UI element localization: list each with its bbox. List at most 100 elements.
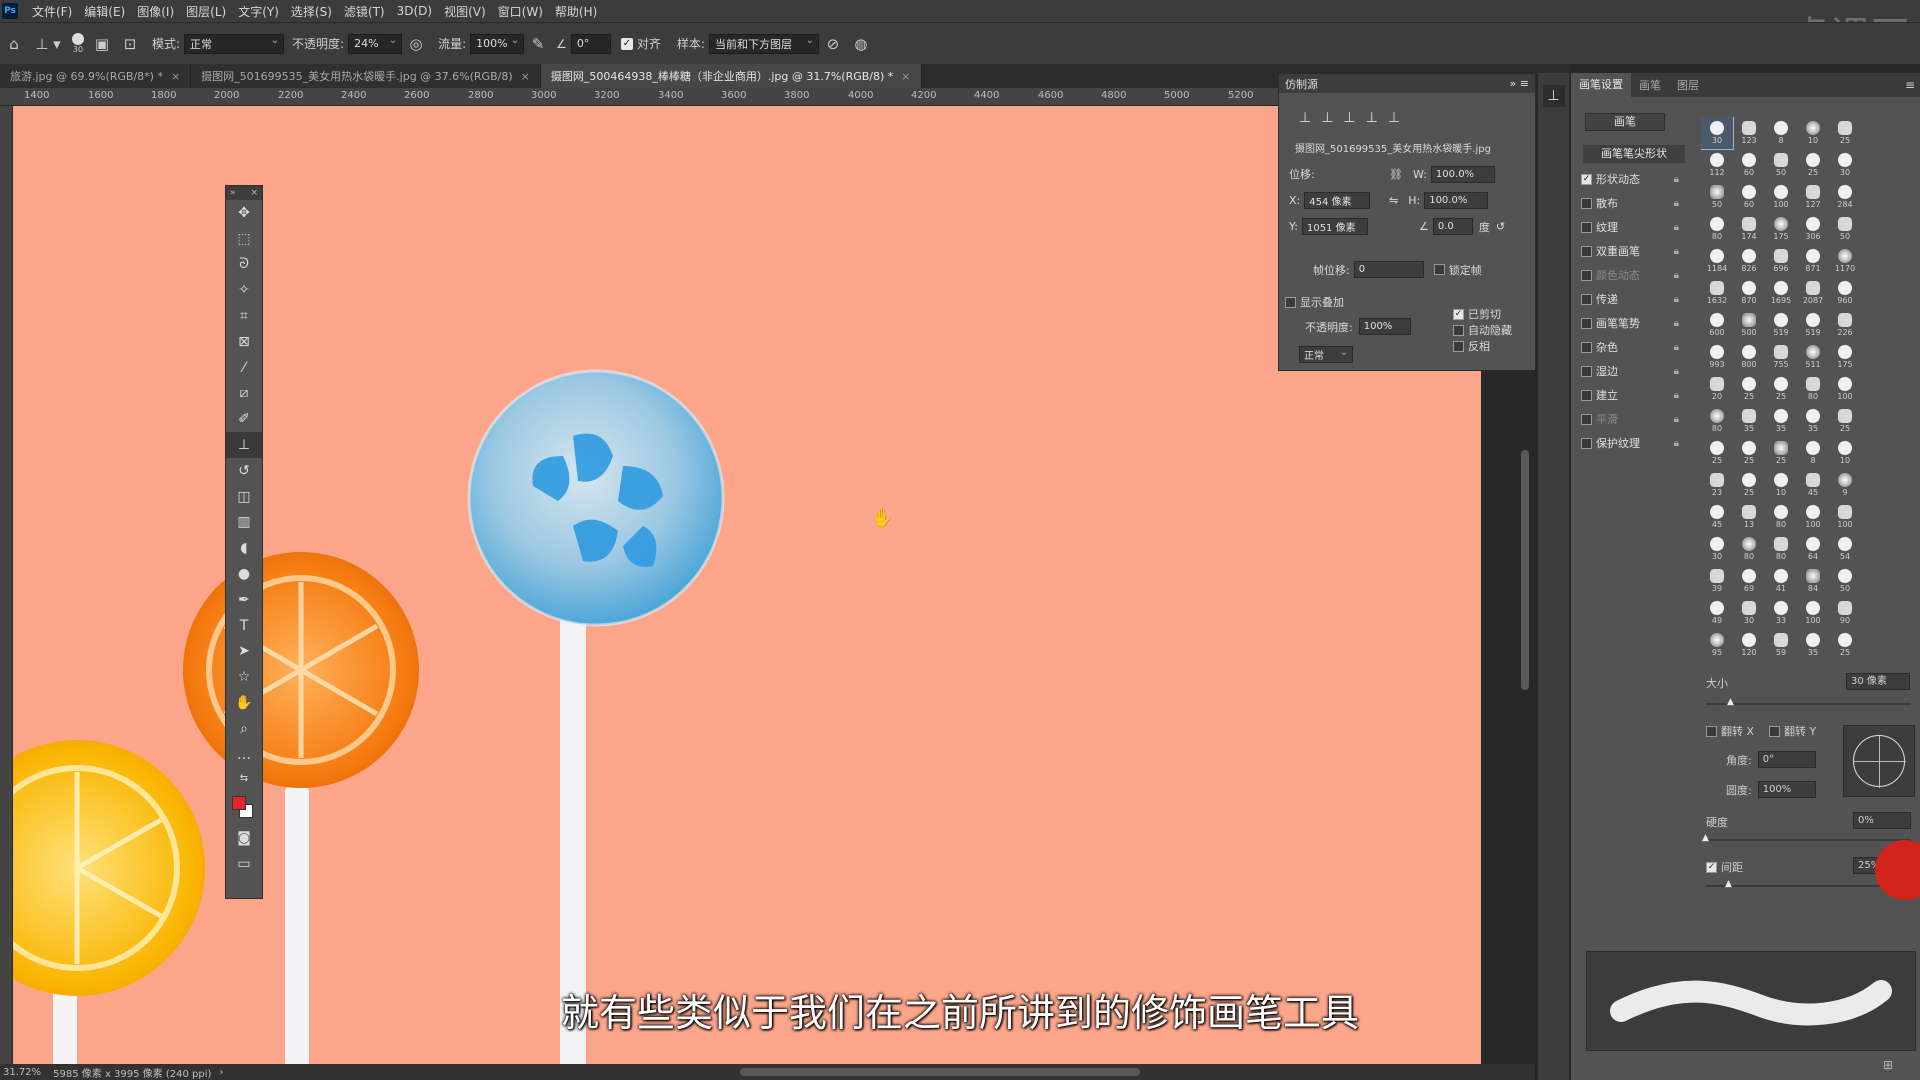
hardness-slider-thumb[interactable]: ▲: [1702, 833, 1709, 843]
brush-tip-preset[interactable]: 95: [1701, 629, 1733, 661]
wet-edges-label[interactable]: 湿边: [1596, 363, 1618, 379]
brush-tip-preset[interactable]: 175: [1829, 341, 1861, 373]
brush-tip-preset[interactable]: 50: [1701, 181, 1733, 213]
menu-window[interactable]: 窗口(W): [492, 3, 549, 20]
transfer-label[interactable]: 传递: [1596, 291, 1618, 307]
history-brush-tool-icon[interactable]: ↺: [226, 458, 262, 484]
lock-icon[interactable]: 🔒︎: [1674, 318, 1679, 329]
pressure-opacity-icon[interactable]: ◎: [402, 30, 430, 58]
path-selection-tool-icon[interactable]: ➤: [226, 639, 262, 665]
panel-menu-icon[interactable]: ≡: [1905, 78, 1915, 92]
brush-tip-preset[interactable]: 8: [1797, 437, 1829, 469]
swap-colors-icon[interactable]: ⇆: [226, 768, 262, 790]
brush-tip-preset[interactable]: 50: [1829, 213, 1861, 245]
menu-file[interactable]: 文件(F): [26, 3, 78, 20]
angle-field[interactable]: 0°: [570, 33, 611, 54]
brush-tip-preset[interactable]: 755: [1765, 341, 1797, 373]
color-dynamics-label[interactable]: 颜色动态: [1596, 267, 1640, 283]
brush-tip-preset[interactable]: 80: [1701, 213, 1733, 245]
brush-tip-preset[interactable]: 25: [1797, 149, 1829, 181]
smoothing-label[interactable]: 平滑: [1596, 411, 1618, 427]
brush-tip-preset[interactable]: 60: [1733, 149, 1765, 181]
brush-tip-shape-item[interactable]: 画笔笔尖形状: [1583, 145, 1685, 163]
lasso-tool-icon[interactable]: ᘐ: [226, 252, 262, 278]
sample-dropdown[interactable]: 当前和下方图层: [708, 33, 819, 54]
overlay-blend-mode-dropdown[interactable]: 正常: [1299, 346, 1353, 363]
lock-icon[interactable]: 🔒︎: [1674, 390, 1679, 401]
clone-source-1-icon[interactable]: ⊥: [1299, 110, 1311, 126]
dual-brush-label[interactable]: 双重画笔: [1596, 243, 1640, 259]
brush-tip-preset[interactable]: 45: [1701, 501, 1733, 533]
brush-tip-preset[interactable]: 20: [1701, 373, 1733, 405]
brush-tip-preset[interactable]: 8: [1765, 117, 1797, 149]
brush-tip-preset[interactable]: 10: [1797, 117, 1829, 149]
hand-tool-icon[interactable]: ✋: [226, 690, 262, 716]
spacing-checkbox[interactable]: ✓: [1706, 861, 1717, 873]
brush-tip-preset[interactable]: 25: [1701, 437, 1733, 469]
mode-dropdown[interactable]: 正常: [184, 33, 285, 54]
brush-tip-preset[interactable]: 284: [1829, 181, 1861, 213]
menu-view[interactable]: 视图(V): [438, 3, 492, 20]
lock-icon[interactable]: 🔒︎: [1674, 366, 1679, 377]
brush-tip-preset[interactable]: 696: [1765, 245, 1797, 277]
healing-brush-tool-icon[interactable]: ⧄: [226, 381, 262, 407]
zoom-level[interactable]: 31.72%: [3, 1067, 41, 1078]
brush-tip-preset[interactable]: 306: [1797, 213, 1829, 245]
protect-texture-label[interactable]: 保护纹理: [1596, 435, 1640, 451]
menu-type[interactable]: 文字(Y): [232, 3, 285, 20]
transfer-checkbox[interactable]: [1581, 293, 1592, 305]
brush-tip-preset[interactable]: 25: [1829, 117, 1861, 149]
lock-icon[interactable]: 🔒︎: [1674, 438, 1679, 449]
pressure-size-icon[interactable]: ◍: [847, 30, 875, 58]
close-icon[interactable]: ×: [171, 70, 180, 83]
collapse-icon[interactable]: »: [230, 188, 236, 198]
brush-tip-preset[interactable]: 123: [1733, 117, 1765, 149]
brush-tip-preset[interactable]: 23: [1701, 469, 1733, 501]
chevron-right-icon[interactable]: ›: [219, 1067, 223, 1078]
flip-x-checkbox[interactable]: [1706, 725, 1717, 737]
brush-tip-preset[interactable]: 500: [1733, 309, 1765, 341]
brush-tip-preset[interactable]: 35: [1733, 405, 1765, 437]
brushes-button[interactable]: 画笔: [1585, 113, 1665, 131]
lock-icon[interactable]: 🔒︎: [1674, 198, 1679, 209]
lock-icon[interactable]: 🔒︎: [1674, 414, 1679, 425]
tab-layers[interactable]: 图层: [1669, 77, 1707, 93]
brush-tip-preset[interactable]: 120: [1733, 629, 1765, 661]
brush-tip-preset[interactable]: 100: [1797, 501, 1829, 533]
clone-source-3-icon[interactable]: ⊥: [1343, 110, 1355, 126]
more-tools-icon[interactable]: …: [226, 742, 262, 768]
quick-mask-icon[interactable]: ◙: [226, 826, 262, 852]
brush-tip-preset[interactable]: 41: [1765, 565, 1797, 597]
clone-source-5-icon[interactable]: ⊥: [1388, 110, 1400, 126]
hardness-slider[interactable]: [1706, 839, 1911, 841]
noise-label[interactable]: 杂色: [1596, 339, 1618, 355]
overlay-opacity-field[interactable]: 100%: [1358, 318, 1411, 335]
brush-tip-preset[interactable]: 50: [1765, 149, 1797, 181]
brush-tip-preset[interactable]: 80: [1797, 373, 1829, 405]
shape-dynamics-label[interactable]: 形状动态: [1596, 171, 1640, 187]
airbrush-icon[interactable]: ✎: [524, 30, 552, 58]
brush-tip-preset[interactable]: 13: [1733, 501, 1765, 533]
scattering-label[interactable]: 散布: [1596, 195, 1618, 211]
brush-tip-preset[interactable]: 84: [1797, 565, 1829, 597]
menu-edit[interactable]: 编辑(E): [78, 3, 131, 20]
angle-field[interactable]: 0°: [1757, 751, 1816, 768]
brush-tip-preset[interactable]: 80: [1733, 533, 1765, 565]
brush-angle-preview[interactable]: [1843, 725, 1915, 797]
texture-checkbox[interactable]: [1581, 221, 1592, 233]
clipped-checkbox[interactable]: ✓: [1453, 308, 1464, 320]
noise-checkbox[interactable]: [1581, 341, 1592, 353]
brush-tip-preset[interactable]: 49: [1701, 597, 1733, 629]
show-overlay-checkbox[interactable]: [1285, 296, 1296, 308]
crop-tool-icon[interactable]: ⌗: [226, 303, 262, 329]
protect-texture-checkbox[interactable]: [1581, 437, 1592, 449]
gradient-tool-icon[interactable]: ▥: [226, 510, 262, 536]
color-dynamics-checkbox[interactable]: [1581, 269, 1592, 281]
brush-tip-preset[interactable]: 25: [1829, 405, 1861, 437]
texture-label[interactable]: 纹理: [1596, 219, 1618, 235]
menu-image[interactable]: 图像(I): [131, 3, 180, 20]
horizontal-scrollbar[interactable]: [740, 1068, 1140, 1076]
brush-tip-preset[interactable]: 100: [1829, 373, 1861, 405]
clone-source-2-icon[interactable]: ⊥: [1321, 110, 1333, 126]
close-icon[interactable]: ×: [250, 188, 258, 198]
